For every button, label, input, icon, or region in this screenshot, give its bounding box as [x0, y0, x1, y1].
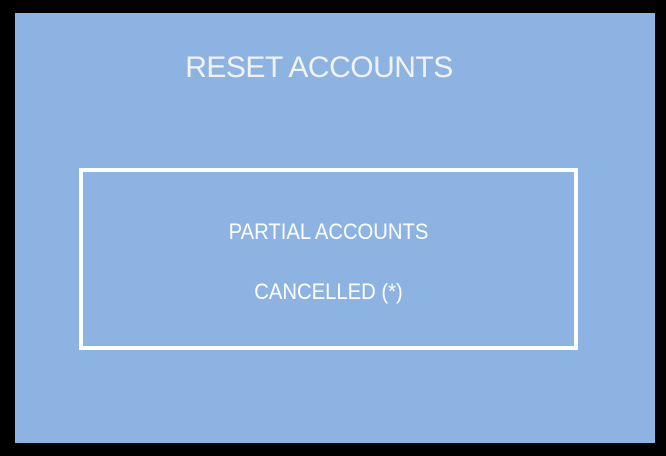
- screen-frame: RESET ACCOUNTS PARTIAL ACCOUNTS CANCELLE…: [0, 0, 666, 456]
- message-box: PARTIAL ACCOUNTS CANCELLED (*): [79, 168, 578, 350]
- message-line-cancelled: CANCELLED (*): [254, 279, 403, 304]
- message-line-partial-accounts: PARTIAL ACCOUNTS: [228, 219, 429, 244]
- screen-title: RESET ACCOUNTS: [185, 51, 453, 84]
- display-screen: RESET ACCOUNTS PARTIAL ACCOUNTS CANCELLE…: [15, 13, 655, 443]
